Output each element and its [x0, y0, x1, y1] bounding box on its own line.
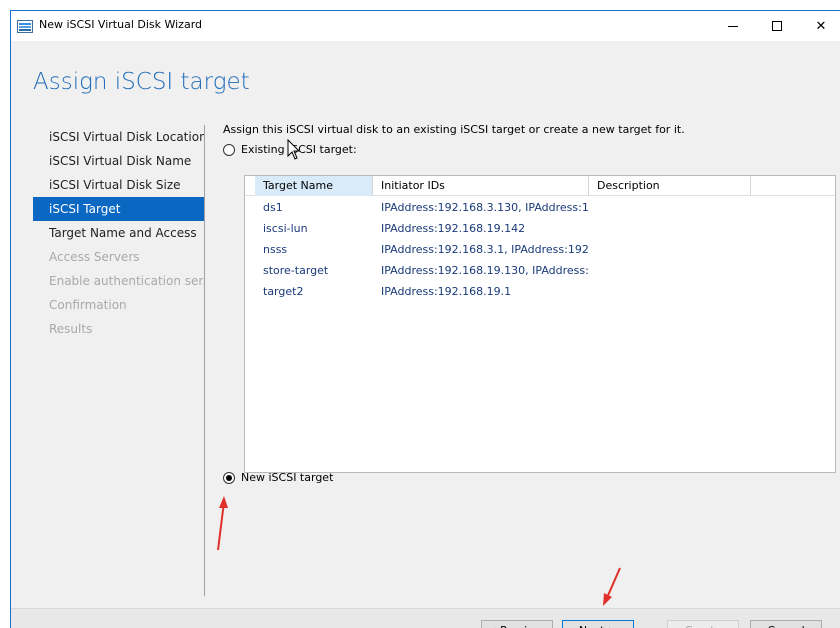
- table-row[interactable]: iscsi-lun IPAddress:192.168.19.142: [245, 218, 835, 239]
- cancel-button[interactable]: Cancel: [750, 620, 822, 628]
- target-name-cell: nsss: [263, 243, 288, 256]
- existing-target-option[interactable]: Existing iSCSI target:: [223, 143, 357, 156]
- minimize-button[interactable]: [711, 11, 755, 41]
- nav-step-target-name-access[interactable]: Target Name and Access: [33, 221, 205, 245]
- table-row[interactable]: target2 IPAddress:192.168.19.1: [245, 281, 835, 302]
- table-header: Target Name Initiator IDs Description: [245, 176, 835, 196]
- target-name-cell: ds1: [263, 201, 283, 214]
- target-name-cell: iscsi-lun: [263, 222, 308, 235]
- target-name-cell: store-target: [263, 264, 329, 277]
- page-heading: Assign iSCSI target: [33, 69, 250, 95]
- table-row[interactable]: nsss IPAddress:192.168.3.1, IPAddress:19…: [245, 239, 835, 260]
- existing-target-label: Existing iSCSI target:: [241, 143, 357, 156]
- initiator-ids-cell: IPAddress:192.168.19.1: [381, 285, 512, 298]
- nav-step-disk-size[interactable]: iSCSI Virtual Disk Size: [33, 173, 205, 197]
- initiator-ids-cell: IPAddress:192.168.19.130, IPAddress:...: [381, 264, 589, 277]
- instruction-text: Assign this iSCSI virtual disk to an exi…: [223, 123, 685, 136]
- previous-button[interactable]: < Previous: [481, 620, 553, 628]
- new-target-label: New iSCSI target: [241, 471, 334, 484]
- target-name-cell: target2: [263, 285, 304, 298]
- new-target-radio[interactable]: [223, 471, 235, 484]
- nav-step-disk-name[interactable]: iSCSI Virtual Disk Name: [33, 149, 205, 173]
- nav-step-disk-location[interactable]: iSCSI Virtual Disk Location: [33, 125, 205, 149]
- title-bar[interactable]: New iSCSI Virtual Disk Wizard ✕: [11, 11, 840, 41]
- minimize-icon: [728, 25, 738, 27]
- new-target-option[interactable]: New iSCSI target: [223, 471, 333, 484]
- nav-step-results: Results: [49, 322, 93, 336]
- initiator-ids-cell: IPAddress:192.168.19.142: [381, 222, 526, 235]
- next-button[interactable]: Next >: [562, 620, 634, 628]
- wizard-footer: < Previous Next > Create Cancel: [11, 608, 840, 628]
- initiator-ids-cell: IPAddress:192.168.3.1, IPAddress:192...: [381, 243, 589, 256]
- nav-step-confirmation: Confirmation: [49, 298, 127, 312]
- wizard-steps-nav: iSCSI Virtual Disk Location iSCSI Virtua…: [33, 125, 205, 341]
- maximize-button[interactable]: [755, 11, 799, 41]
- table-row[interactable]: store-target IPAddress:192.168.19.130, I…: [245, 260, 835, 281]
- create-button: Create: [667, 620, 739, 628]
- table-row[interactable]: ds1 IPAddress:192.168.3.130, IPAddress:1…: [245, 197, 835, 218]
- nav-divider: [204, 125, 205, 596]
- column-header-initiator-ids[interactable]: Initiator IDs: [373, 176, 589, 196]
- server-manager-icon: [17, 20, 33, 33]
- close-button[interactable]: ✕: [799, 11, 840, 41]
- window-title: New iSCSI Virtual Disk Wizard: [39, 18, 203, 31]
- targets-table[interactable]: Target Name Initiator IDs Description ds…: [244, 175, 836, 473]
- table-body: ds1 IPAddress:192.168.3.130, IPAddress:1…: [245, 197, 835, 302]
- column-header-blank: [751, 176, 835, 196]
- column-header-description[interactable]: Description: [589, 176, 751, 196]
- nav-step-enable-auth: Enable authentication ser...: [49, 274, 205, 288]
- maximize-icon: [772, 21, 782, 31]
- close-icon: ✕: [815, 18, 827, 34]
- column-header-target-name[interactable]: Target Name: [255, 176, 373, 196]
- content-area: Assign this iSCSI virtual disk to an exi…: [223, 123, 840, 136]
- initiator-ids-cell: IPAddress:192.168.3.130, IPAddress:1...: [381, 201, 589, 214]
- nav-step-iscsi-target[interactable]: iSCSI Target: [33, 197, 205, 221]
- nav-step-access-servers: Access Servers: [49, 250, 140, 264]
- wizard-window: New iSCSI Virtual Disk Wizard ✕ Assign i…: [10, 10, 840, 628]
- existing-target-radio[interactable]: [223, 143, 235, 156]
